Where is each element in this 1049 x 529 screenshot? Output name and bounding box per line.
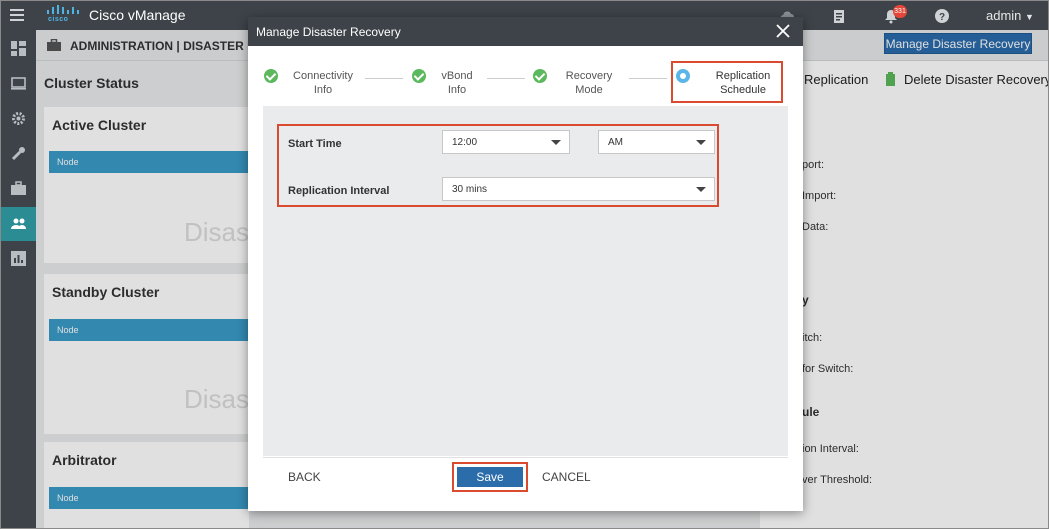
- sidebar-item-configuration[interactable]: [1, 102, 36, 136]
- sidebar-item-maintenance[interactable]: [1, 172, 36, 206]
- sidebar-item-administration[interactable]: [1, 207, 36, 241]
- start-time-value: 12:00: [452, 137, 478, 148]
- dialog-footer: BACK Save CANCEL: [263, 457, 788, 503]
- chevron-down-icon: ▼: [1025, 12, 1034, 22]
- sidebar-item-analytics[interactable]: [1, 242, 36, 276]
- step-label-line1: Recovery: [565, 70, 613, 82]
- chevron-down-icon: [696, 140, 706, 145]
- bar-chart-icon: [11, 251, 26, 266]
- notification-badge: 331: [893, 5, 907, 18]
- dashboard-icon: [11, 41, 26, 56]
- step-connector: [365, 78, 403, 79]
- am-pm-value: AM: [608, 137, 623, 148]
- cisco-logo: cisco: [45, 5, 81, 25]
- step-label: Connectivity Info: [283, 69, 363, 97]
- monitor-icon: [11, 77, 26, 90]
- check-icon: [264, 69, 278, 83]
- step-label-line2: Schedule: [720, 84, 766, 96]
- step-label: vBond Info: [417, 69, 497, 97]
- sidebar: [1, 30, 36, 528]
- step-label-line2: Mode: [575, 84, 603, 96]
- user-name: admin: [986, 8, 1022, 23]
- user-menu[interactable]: admin ▼: [986, 8, 1034, 23]
- form-highlight: Start Time 12:00 AM Replication Interval…: [277, 124, 719, 207]
- dialog-title: Manage Disaster Recovery: [256, 25, 401, 39]
- back-button[interactable]: BACK: [288, 470, 321, 484]
- cancel-button[interactable]: CANCEL: [542, 470, 591, 484]
- chevron-down-icon: [551, 140, 561, 145]
- step-label-line1: Connectivity: [293, 70, 353, 82]
- sidebar-item-monitor[interactable]: [1, 67, 36, 101]
- close-icon[interactable]: [776, 24, 790, 38]
- chevron-down-icon: [696, 187, 706, 192]
- sidebar-item-dashboard[interactable]: [1, 32, 36, 66]
- replication-interval-select[interactable]: 30 mins: [442, 177, 715, 201]
- current-step-icon: [676, 69, 690, 83]
- manage-disaster-recovery-dialog: Manage Disaster Recovery Connectivity In…: [248, 17, 803, 511]
- replication-schedule-form: Start Time 12:00 AM Replication Interval…: [263, 106, 788, 456]
- svg-text:?: ?: [939, 12, 945, 23]
- save-button[interactable]: Save: [457, 467, 523, 487]
- menu-icon[interactable]: [10, 9, 24, 21]
- wrench-icon: [11, 147, 25, 161]
- app-window: cisco Cisco vManage 331 ? admin ▼ ADMINI…: [0, 0, 1049, 529]
- users-icon: [11, 218, 26, 229]
- help-icon[interactable]: ?: [934, 8, 950, 24]
- am-pm-select[interactable]: AM: [598, 130, 715, 154]
- check-icon: [533, 69, 547, 83]
- step-connector: [629, 78, 667, 79]
- step-label-line2: Info: [447, 84, 467, 96]
- step-label: Replication Schedule: [703, 69, 783, 97]
- replication-interval-value: 30 mins: [452, 184, 488, 195]
- clipboard-icon[interactable]: [831, 8, 847, 24]
- replication-interval-label: Replication Interval: [288, 185, 390, 197]
- app-title: Cisco vManage: [89, 7, 186, 23]
- step-label: Recovery Mode: [549, 69, 629, 97]
- wizard-steps: Connectivity Info vBond Info Recovery Mo…: [263, 61, 788, 105]
- save-highlight: Save: [452, 462, 528, 492]
- step-replication-schedule[interactable]: Replication Schedule: [671, 61, 783, 103]
- gear-icon: [12, 112, 25, 125]
- dialog-header: Manage Disaster Recovery: [248, 17, 803, 46]
- start-time-label: Start Time: [288, 138, 342, 150]
- sidebar-item-tools[interactable]: [1, 137, 36, 171]
- step-label-line1: Replication: [715, 70, 771, 82]
- step-label-line2: Info: [313, 84, 333, 96]
- step-label-line1: vBond: [441, 70, 473, 82]
- start-time-select[interactable]: 12:00: [442, 130, 570, 154]
- briefcase-icon: [11, 181, 26, 195]
